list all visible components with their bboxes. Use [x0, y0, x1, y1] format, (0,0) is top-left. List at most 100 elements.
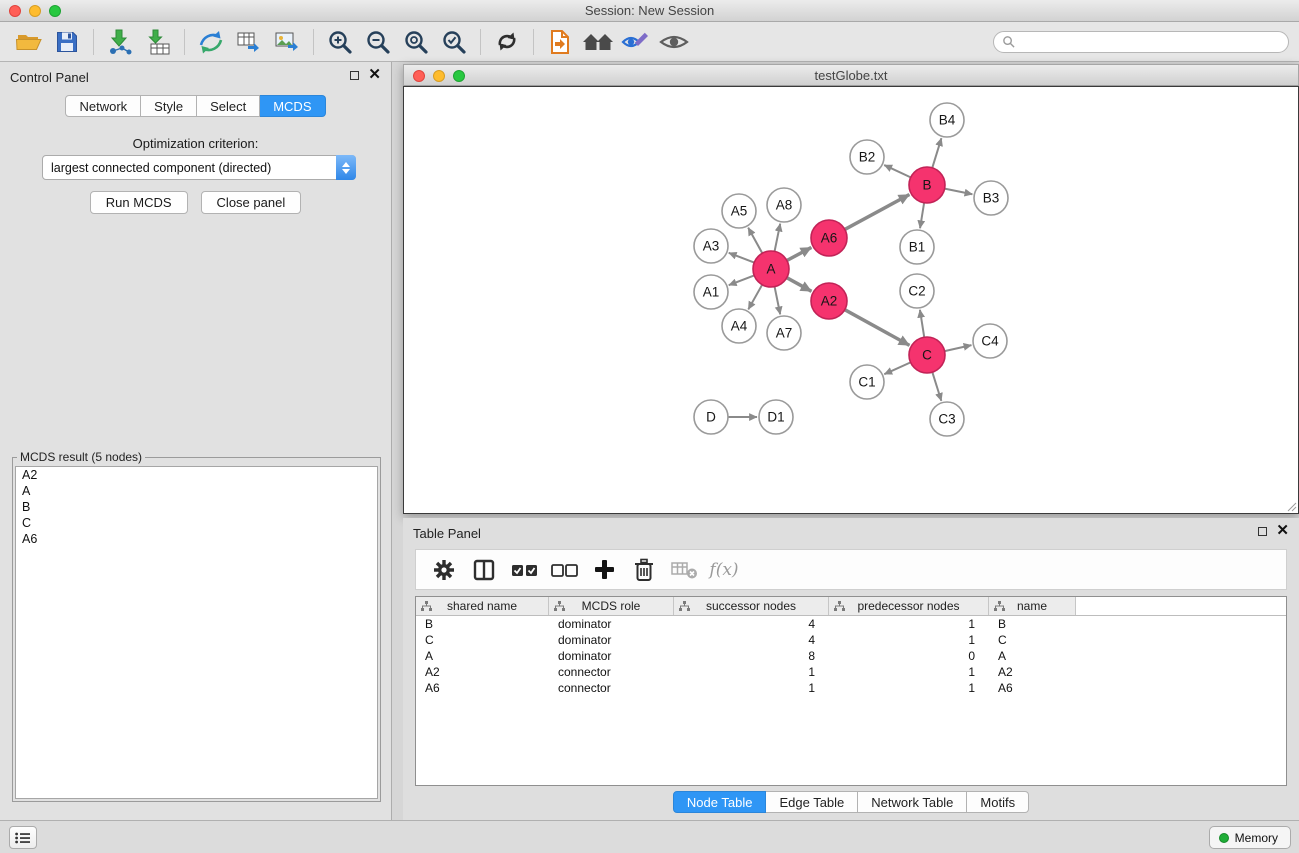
network-zoom-button[interactable]	[453, 70, 465, 82]
recent-document-button[interactable]	[541, 27, 579, 57]
tab-node-table[interactable]: Node Table	[673, 791, 767, 813]
graph-node-C[interactable]: C	[909, 337, 945, 373]
zoom-fit-button[interactable]	[397, 27, 435, 57]
refresh-button[interactable]	[488, 27, 526, 57]
table-row[interactable]: A2connector11A2	[416, 664, 1286, 680]
edge-A-A2[interactable]	[787, 278, 812, 292]
edge-B-B1[interactable]	[920, 203, 924, 228]
zoom-in-button[interactable]	[321, 27, 359, 57]
resize-grip[interactable]	[1285, 500, 1297, 512]
save-session-button[interactable]	[48, 27, 86, 57]
network-close-button[interactable]	[413, 70, 425, 82]
column-header-name[interactable]: name	[989, 597, 1076, 615]
table-cell[interactable]: 1	[829, 633, 989, 647]
graph-node-B1[interactable]: B1	[900, 230, 934, 264]
table-cell[interactable]: 1	[829, 681, 989, 695]
graph-node-A3[interactable]: A3	[694, 229, 728, 263]
zoom-out-button[interactable]	[359, 27, 397, 57]
graph-node-C1[interactable]: C1	[850, 365, 884, 399]
graph-node-B4[interactable]: B4	[930, 103, 964, 137]
clone-table-button[interactable]	[230, 27, 268, 57]
first-neighbors-button[interactable]	[579, 27, 617, 57]
edge-A-A8[interactable]	[775, 224, 781, 252]
tab-style[interactable]: Style	[141, 95, 197, 117]
add-column-button[interactable]	[586, 555, 622, 585]
function-builder-button[interactable]: f(x)	[706, 555, 742, 585]
edge-A-A4[interactable]	[748, 285, 762, 310]
graph-node-D[interactable]: D	[694, 400, 728, 434]
network-minimize-button[interactable]	[433, 70, 445, 82]
table-cell[interactable]: C	[416, 633, 549, 647]
open-folder-button[interactable]	[10, 27, 48, 57]
close-panel-button[interactable]: Close panel	[201, 191, 302, 214]
tab-edge-table[interactable]: Edge Table	[766, 791, 858, 813]
table-cell[interactable]: A2	[416, 665, 549, 679]
table-cell[interactable]: connector	[549, 665, 674, 679]
table-cell[interactable]: 1	[829, 665, 989, 679]
column-header-successor-nodes[interactable]: successor nodes	[674, 597, 829, 615]
graph-node-D1[interactable]: D1	[759, 400, 793, 434]
table-cell[interactable]: A	[989, 649, 1076, 663]
tab-network-table[interactable]: Network Table	[858, 791, 967, 813]
table-cell[interactable]: A6	[989, 681, 1076, 695]
select-all-columns-button[interactable]	[506, 555, 542, 585]
network-canvas[interactable]: B4B2BB3A5A8A6B1A3AC2A1A2A4A7C4C1CC3DD1	[403, 86, 1299, 514]
task-history-button[interactable]	[9, 826, 37, 849]
edge-B-B4[interactable]	[932, 138, 941, 168]
mcds-list-item[interactable]: A	[16, 483, 377, 499]
table-settings-button[interactable]	[426, 555, 462, 585]
edge-A-A1[interactable]	[729, 275, 754, 285]
table-cell[interactable]: 4	[674, 617, 829, 631]
graph-node-B[interactable]: B	[909, 167, 945, 203]
table-cell[interactable]: 1	[674, 681, 829, 695]
tab-mcds[interactable]: MCDS	[260, 95, 325, 117]
node-table[interactable]: shared nameMCDS rolesuccessor nodesprede…	[415, 596, 1287, 786]
edge-C-C1[interactable]	[884, 362, 910, 374]
mcds-list-item[interactable]: B	[16, 499, 377, 515]
graph-node-A5[interactable]: A5	[722, 194, 756, 228]
table-cell[interactable]: 0	[829, 649, 989, 663]
tab-motifs[interactable]: Motifs	[967, 791, 1029, 813]
edge-C-C3[interactable]	[932, 372, 941, 401]
table-cell[interactable]: B	[416, 617, 549, 631]
zoom-window-button[interactable]	[49, 5, 61, 17]
column-header-shared-name[interactable]: shared name	[416, 597, 549, 615]
graph-node-C2[interactable]: C2	[900, 274, 934, 308]
graph-node-B3[interactable]: B3	[974, 181, 1008, 215]
edge-A2-C[interactable]	[845, 310, 910, 346]
edge-A-A5[interactable]	[748, 228, 762, 254]
import-network-button[interactable]	[101, 27, 139, 57]
zoom-selected-button[interactable]	[435, 27, 473, 57]
edge-B-B3[interactable]	[945, 189, 973, 195]
delete-column-button[interactable]	[626, 555, 662, 585]
edge-C-C2[interactable]	[920, 310, 924, 337]
deselect-all-columns-button[interactable]	[546, 555, 582, 585]
table-cell[interactable]: A	[416, 649, 549, 663]
criterion-dropdown[interactable]: largest connected component (directed)	[42, 155, 356, 180]
search-box[interactable]	[993, 31, 1289, 53]
graph-node-A7[interactable]: A7	[767, 316, 801, 350]
mcds-list-item[interactable]: A6	[16, 531, 377, 547]
close-table-panel-icon[interactable]: ✕	[1276, 526, 1289, 536]
table-cell[interactable]: C	[989, 633, 1076, 647]
graph-node-A2[interactable]: A2	[811, 283, 847, 319]
graph-node-A6[interactable]: A6	[811, 220, 847, 256]
graph-node-A[interactable]: A	[753, 251, 789, 287]
table-cell[interactable]: A2	[989, 665, 1076, 679]
graph-node-B2[interactable]: B2	[850, 140, 884, 174]
show-hide-button[interactable]	[655, 27, 693, 57]
table-cell[interactable]: A6	[416, 681, 549, 695]
search-input[interactable]	[1020, 35, 1280, 49]
column-header-predecessor-nodes[interactable]: predecessor nodes	[829, 597, 989, 615]
table-row[interactable]: Cdominator41C	[416, 632, 1286, 648]
table-cell[interactable]: 1	[674, 665, 829, 679]
edge-A-A7[interactable]	[775, 287, 781, 315]
delete-table-button[interactable]	[666, 555, 702, 585]
mcds-result-list[interactable]: A2ABCA6	[15, 466, 378, 799]
edge-C-C4[interactable]	[945, 345, 972, 351]
export-image-button[interactable]	[268, 27, 306, 57]
import-table-button[interactable]	[139, 27, 177, 57]
graph-node-A4[interactable]: A4	[722, 309, 756, 343]
tab-network[interactable]: Network	[65, 95, 141, 117]
graph-node-C4[interactable]: C4	[973, 324, 1007, 358]
